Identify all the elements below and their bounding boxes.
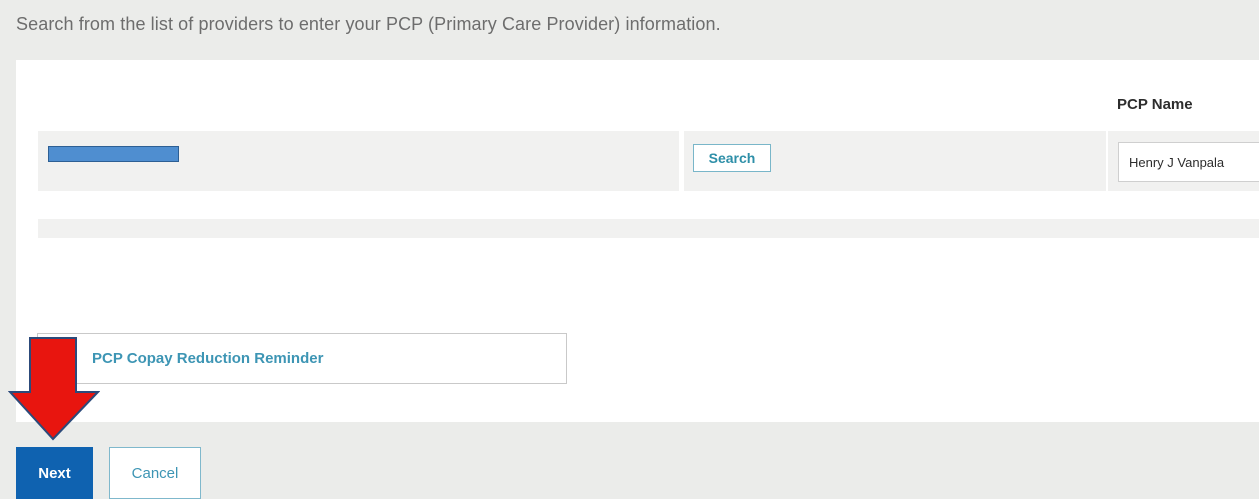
redacted-provider-field: [48, 146, 179, 162]
next-button[interactable]: Next: [16, 447, 93, 499]
cancel-button[interactable]: Cancel: [109, 447, 201, 499]
page-instruction: Search from the list of providers to ent…: [16, 14, 721, 34]
down-arrow-icon: [8, 337, 100, 441]
pcp-name-column-header: PCP Name: [1117, 96, 1193, 113]
pcp-copay-reminder-link[interactable]: PCP Copay Reduction Reminder: [92, 350, 323, 367]
pcp-name-field[interactable]: Henry J Vanpala: [1118, 142, 1259, 182]
search-button[interactable]: Search: [693, 144, 771, 172]
empty-table-row: [38, 219, 1259, 238]
